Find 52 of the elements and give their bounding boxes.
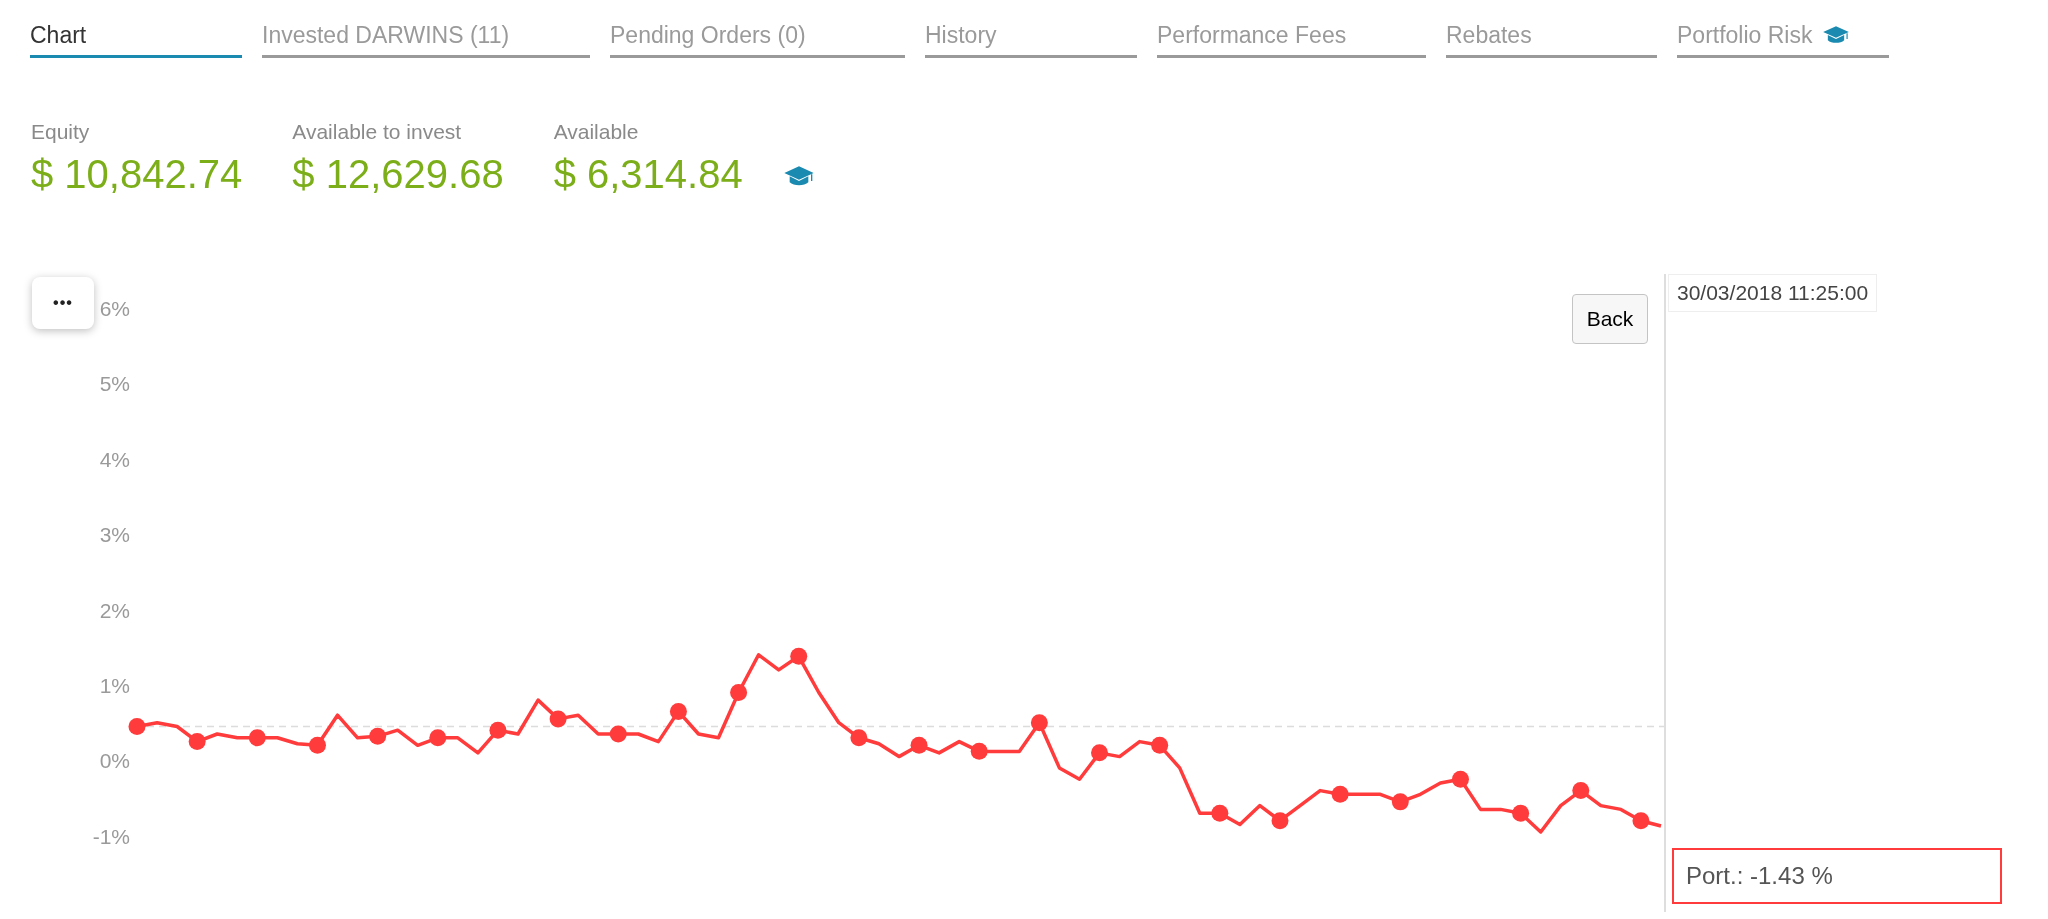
data-point [188,733,206,751]
y-axis-label: 1% [99,674,130,697]
data-point [609,725,627,743]
data-point [1030,714,1048,732]
data-point [910,736,928,754]
tab[interactable]: Pending Orders (0) [610,16,905,58]
menu-button[interactable]: ••• [32,277,94,329]
data-point [1451,770,1469,788]
data-point [1151,736,1169,754]
data-point [1572,782,1590,800]
y-axis-label: 3% [99,523,130,547]
data-point [369,727,387,745]
y-axis-label: -1% [92,824,130,848]
data-point [1271,812,1289,830]
stat-value: $ 12,629.68 [292,152,504,197]
tab[interactable]: Performance Fees [1157,16,1426,58]
data-point [730,684,748,702]
data-point [489,721,507,739]
stat-value: $ 6,314.84 [553,152,743,197]
tab[interactable]: Invested DARWINS (11) [262,16,590,58]
data-point [1331,785,1349,803]
tab[interactable]: Portfolio Risk [1677,16,1889,58]
tab[interactable]: History [925,16,1137,58]
data-point [1512,804,1530,822]
data-point [850,729,868,747]
data-point [1211,804,1229,822]
data-point [549,710,567,728]
data-point [790,647,808,665]
crosshair-date-label: 30/03/2018 11:25:00 [1668,274,1878,312]
tab[interactable]: Chart [30,16,242,58]
y-axis-label: 2% [99,598,130,622]
data-point [308,736,326,754]
data-point [1091,744,1109,762]
tooltip: Port.: -1.43 % [1672,848,2002,904]
y-axis-label: 4% [99,447,130,471]
graduation-cap-icon [1822,25,1851,46]
stat-label: Available to invest [292,120,463,144]
data-point [1632,812,1650,830]
data-point [970,742,988,760]
data-point [248,729,266,747]
back-button[interactable]: Back [1572,294,1648,344]
data-point [429,729,447,747]
tab[interactable]: Rebates [1446,16,1657,58]
stat-label: Available [553,120,640,144]
y-axis-label: 6% [99,297,130,320]
stat-value: $ 10,842.74 [31,152,243,197]
stat-label: Equity [31,120,91,144]
data-point [1391,793,1409,811]
data-point [669,702,687,720]
y-axis-label: 0% [99,749,130,773]
y-axis-label: 5% [99,372,130,396]
data-point [128,717,146,735]
